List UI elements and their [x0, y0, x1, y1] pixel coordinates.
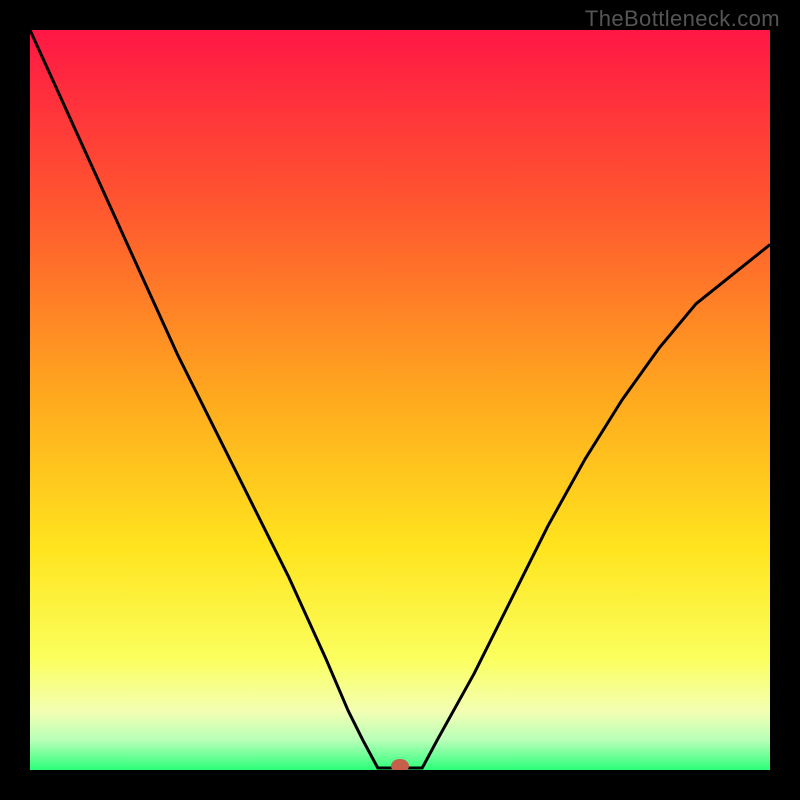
- chart-svg: [30, 30, 770, 770]
- chart-container: TheBottleneck.com: [0, 0, 800, 800]
- watermark-text: TheBottleneck.com: [585, 6, 780, 32]
- gradient-background: [30, 30, 770, 770]
- plot-area: [30, 30, 770, 770]
